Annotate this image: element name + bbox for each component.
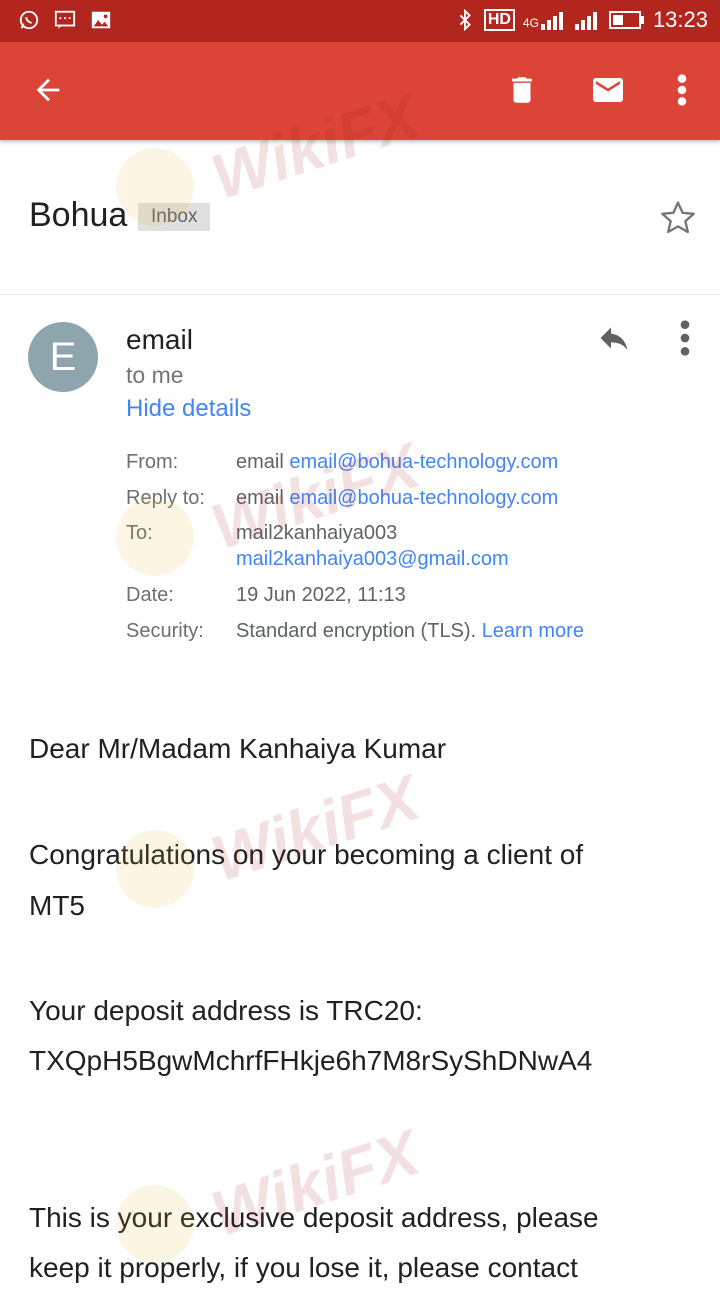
email-subject: Bohua (29, 196, 128, 234)
body-line: Your deposit address is TRC20: (29, 995, 423, 1026)
security-label: Security: (126, 620, 204, 642)
date-label: Date: (126, 584, 174, 606)
security-text: Standard encryption (TLS). (236, 620, 477, 642)
deposit-address: TXQpH5BgwMchrfFHkje6h7M8rSyShDNwA4 (29, 1045, 593, 1076)
bluetooth-icon (459, 9, 471, 31)
recipient-summary: to me (126, 362, 184, 388)
security-value: Standard encryption (TLS). Learn more (236, 620, 584, 643)
subject-row: Bohua Inbox (0, 140, 720, 295)
avatar[interactable]: E (28, 322, 98, 392)
from-name: email (236, 451, 284, 473)
reply-to-value: email email@bohua-technology.com (236, 487, 558, 510)
more-vert-icon (677, 74, 687, 106)
status-bar: HD 4G 13:23 (0, 0, 720, 42)
whatsapp-icon (19, 10, 39, 30)
body-greeting: Dear Mr/Madam Kanhaiya Kumar (29, 733, 447, 764)
trash-icon (512, 77, 532, 103)
app-bar (0, 42, 720, 140)
signal-icon (574, 12, 597, 30)
label-badge[interactable]: Inbox (138, 203, 211, 231)
hide-details-link[interactable]: Hide details (126, 395, 251, 423)
reply-to-label: Reply to: (126, 487, 205, 509)
from-label: From: (126, 451, 179, 473)
network-type-label: 4G (522, 16, 539, 30)
mail-icon (593, 78, 623, 102)
message-more-icon[interactable] (670, 318, 700, 358)
body-line: MT5 (29, 890, 85, 921)
body-line: keep it properly, if you lose it, please… (29, 1252, 578, 1283)
to-name: mail2kanhaiya003 (236, 522, 398, 544)
star-icon[interactable] (658, 198, 698, 238)
body-line: Congratulations on your becoming a clien… (29, 839, 584, 870)
mark-unread-button[interactable] (584, 66, 632, 114)
learn-more-link[interactable]: Learn more (482, 620, 584, 642)
delete-button[interactable] (498, 66, 546, 114)
to-email-link[interactable]: mail2kanhaiya003@gmail.com (236, 548, 509, 571)
message-icon (54, 10, 76, 30)
reply-to-email-link[interactable]: email@bohua-technology.com (289, 487, 558, 509)
reply-icon[interactable] (594, 320, 634, 356)
from-email-link[interactable]: email@bohua-technology.com (289, 451, 558, 473)
image-icon (91, 11, 111, 29)
signal-4g-icon: 4G (523, 10, 567, 30)
overflow-menu-button[interactable] (658, 66, 706, 114)
back-button[interactable] (24, 66, 72, 114)
date-value: 19 Jun 2022, 11:13 (236, 584, 406, 606)
hd-icon: HD (483, 9, 515, 31)
battery-icon (608, 11, 644, 29)
status-time: 13:23 (652, 7, 708, 32)
sender-name: email (126, 324, 193, 355)
body-line: This is your exclusive deposit address, … (29, 1202, 599, 1233)
from-value: email email@bohua-technology.com (236, 451, 558, 474)
arrow-left-icon (36, 78, 60, 102)
reply-to-name: email (236, 487, 284, 509)
to-label: To: (126, 522, 153, 544)
